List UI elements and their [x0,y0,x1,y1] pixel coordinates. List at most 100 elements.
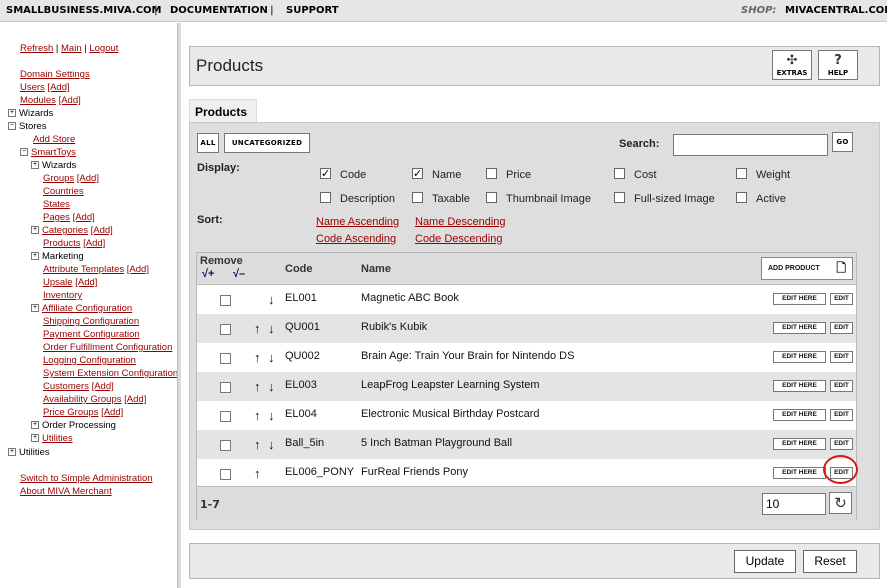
store-menu-link[interactable]: Order Fulfillment Configuration [43,342,172,353]
store-menu-add-link[interactable]: [Add] [83,238,105,249]
edit-button[interactable]: EDIT [830,293,853,305]
refresh-link[interactable]: Refresh [20,43,53,54]
move-up-icon[interactable]: ↑ [254,321,261,336]
switch-simple-link[interactable]: Switch to Simple Administration [20,473,153,484]
store-menu-add-link[interactable]: [Add] [91,225,113,236]
remove-checkbox[interactable] [220,324,231,335]
refresh-icon[interactable]: ↻ [829,492,852,514]
display-checkbox[interactable]: ✓ [412,168,423,179]
move-down-icon[interactable]: ↓ [268,292,275,307]
modules-add-link[interactable]: [Add] [59,95,81,106]
main-link[interactable]: Main [61,43,82,54]
store-menu-link[interactable]: Pages [43,212,70,223]
display-checkbox[interactable] [736,192,747,203]
remove-checkbox[interactable] [220,440,231,451]
edit-here-button[interactable]: EDIT HERE [773,467,826,479]
store-menu-add-link[interactable]: [Add] [73,212,95,223]
move-up-icon[interactable]: ↑ [254,408,261,423]
edit-button[interactable]: EDIT [830,409,853,421]
edit-here-button[interactable]: EDIT HERE [773,380,826,392]
search-input[interactable] [673,134,828,156]
move-down-icon[interactable]: ↓ [268,350,275,365]
help-button[interactable]: ? HELP [818,50,858,80]
store-menu-link[interactable]: Countries [43,186,84,197]
store-menu-link[interactable]: Categories [42,225,88,236]
expand-icon[interactable]: + [31,161,39,170]
display-checkbox[interactable] [320,192,331,203]
remove-checkbox[interactable] [220,295,231,306]
store-menu-add-link[interactable]: [Add] [124,394,146,405]
update-button[interactable]: Update [734,550,796,573]
utilities-root-item[interactable]: Utilities [19,447,50,458]
display-checkbox[interactable] [736,168,747,179]
move-down-icon[interactable]: ↓ [268,321,275,336]
edit-button[interactable]: EDIT [830,438,853,450]
extras-button[interactable]: ✣ EXTRAS [772,50,812,80]
expand-icon[interactable]: + [31,252,39,261]
nav-divider[interactable] [177,23,181,588]
move-up-icon[interactable]: ↑ [254,350,261,365]
uncheck-all-button[interactable]: √– [233,268,245,280]
display-checkbox[interactable]: ✓ [320,168,331,179]
store-menu-add-link[interactable]: [Add] [92,381,114,392]
move-up-icon[interactable]: ↑ [254,379,261,394]
store-menu-link[interactable]: Logging Configuration [43,355,136,366]
store-menu-link[interactable]: Inventory [43,290,82,301]
store-menu-add-link[interactable]: [Add] [127,264,149,275]
edit-button[interactable]: EDIT [830,380,853,392]
move-up-icon[interactable]: ↑ [254,466,261,481]
check-all-button[interactable]: √+ [202,268,214,280]
move-down-icon[interactable]: ↓ [268,437,275,452]
all-button[interactable]: ALL [197,133,219,153]
edit-button[interactable]: EDIT [830,351,853,363]
edit-here-button[interactable]: EDIT HERE [773,351,826,363]
add-store-link[interactable]: Add Store [33,134,75,145]
store-menu-add-link[interactable]: [Add] [77,173,99,184]
display-checkbox[interactable] [486,192,497,203]
collapse-icon[interactable]: − [20,148,28,157]
store-menu-link[interactable]: Products [43,238,81,249]
move-down-icon[interactable]: ↓ [268,408,275,423]
tab-products[interactable]: Products [189,99,257,123]
store-menu-link[interactable]: Payment Configuration [43,329,140,340]
link-smallbusiness[interactable]: SMALLBUSINESS.MIVA.COM [6,5,162,16]
expand-icon[interactable]: + [31,304,39,313]
reset-button[interactable]: Reset [803,550,857,573]
sort-code-ascending-link[interactable]: Code Ascending [316,233,396,245]
store-menu-link[interactable]: Wizards [42,160,76,171]
move-down-icon[interactable]: ↓ [268,379,275,394]
add-product-button[interactable]: ADD PRODUCT 🗋 [761,257,853,280]
sort-name-descending-link[interactable]: Name Descending [415,216,506,228]
edit-button[interactable]: EDIT [830,322,853,334]
store-menu-link[interactable]: Utilities [42,433,73,444]
remove-checkbox[interactable] [220,382,231,393]
smarttoys-link[interactable]: SmartToys [31,147,76,158]
store-menu-link[interactable]: Shipping Configuration [43,316,139,327]
wizards-item[interactable]: Wizards [19,108,53,119]
store-menu-link[interactable]: System Extension Configuration [43,368,177,379]
display-checkbox[interactable] [486,168,497,179]
store-menu-link[interactable]: Order Processing [42,420,116,431]
expand-icon[interactable]: + [31,421,39,430]
store-menu-link[interactable]: Upsale [43,277,73,288]
about-link[interactable]: About MIVA Merchant [20,486,112,497]
stores-item[interactable]: Stores [19,121,46,132]
store-menu-link[interactable]: Price Groups [43,407,98,418]
modules-link[interactable]: Modules [20,95,56,106]
uncategorized-button[interactable]: UNCATEGORIZED [224,133,310,153]
go-button[interactable]: GO [832,132,853,152]
display-checkbox[interactable] [412,192,423,203]
expand-icon[interactable]: + [8,448,16,457]
domain-settings-link[interactable]: Domain Settings [20,69,90,80]
display-checkbox[interactable] [614,192,625,203]
edit-here-button[interactable]: EDIT HERE [773,438,826,450]
store-menu-link[interactable]: Affiliate Configuration [42,303,132,314]
display-checkbox[interactable] [614,168,625,179]
per-page-input[interactable] [762,493,826,515]
users-add-link[interactable]: [Add] [47,82,69,93]
edit-here-button[interactable]: EDIT HERE [773,322,826,334]
store-menu-add-link[interactable]: [Add] [75,277,97,288]
store-menu-link[interactable]: Customers [43,381,89,392]
remove-checkbox[interactable] [220,469,231,480]
sort-name-ascending-link[interactable]: Name Ascending [316,216,399,228]
